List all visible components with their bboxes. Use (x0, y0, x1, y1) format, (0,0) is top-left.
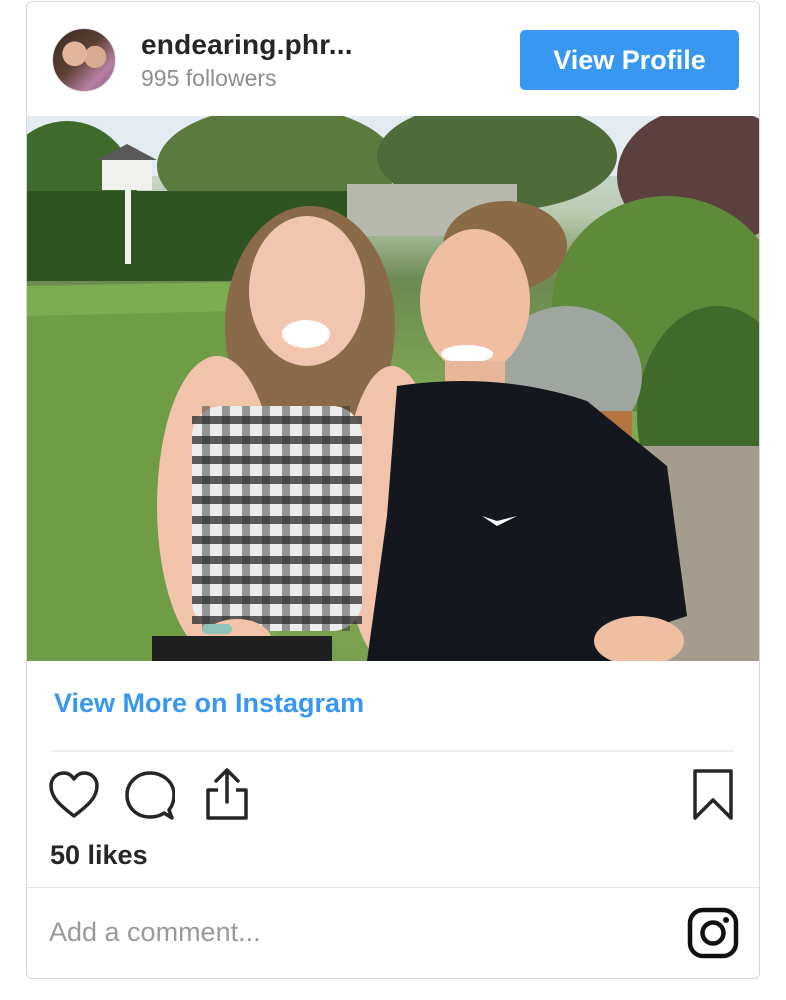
heart-icon[interactable] (47, 770, 101, 825)
photo-illustration (27, 116, 759, 661)
instagram-embed-card: endearing.phr... 995 followers View Prof… (26, 1, 760, 979)
post-photo[interactable] (27, 116, 759, 661)
view-more-on-instagram-link[interactable]: View More on Instagram (54, 688, 364, 719)
divider (27, 887, 759, 888)
post-header: endearing.phr... 995 followers View Prof… (27, 2, 759, 116)
comment-input[interactable] (49, 907, 649, 957)
profile-avatar[interactable] (52, 28, 116, 92)
share-upload-icon[interactable] (202, 766, 252, 827)
like-count: 50 likes (50, 840, 148, 870)
follower-count: 995 followers (141, 65, 277, 91)
comment-bubble-icon[interactable] (125, 770, 176, 827)
divider (52, 750, 734, 752)
bookmark-icon[interactable] (691, 768, 735, 827)
instagram-logo-icon[interactable] (687, 907, 739, 964)
username-link[interactable]: endearing.phr... (141, 29, 353, 61)
view-profile-button[interactable]: View Profile (520, 30, 739, 90)
